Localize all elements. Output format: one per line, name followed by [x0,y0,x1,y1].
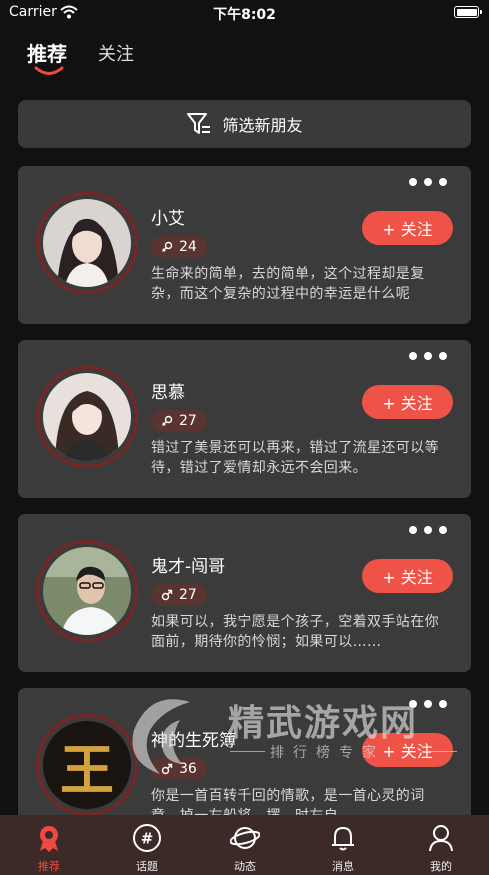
filter-label: 筛选新朋友 [222,116,303,135]
male-icon [161,763,173,775]
status-bar: Carrier 下午8:02 [0,0,489,26]
tabbar-label: 我的 [430,860,452,873]
profile-icon [429,825,453,852]
battery-icon [454,6,482,18]
user-card[interactable]: 王 神的生死簿 36 + 关注 你是一首百转千回的情歌，是一首心灵的词章，掉一左… [18,688,471,828]
recommend-icon [40,826,58,852]
avatar-image [43,547,131,635]
hashtag-icon: # [133,824,161,852]
avatar-glyph: 王 [60,737,114,802]
status-time: 下午8:02 [213,7,276,23]
gender-age-badge: 24 [151,236,207,258]
avatar-image [43,199,131,287]
tabbar-label: 话题 [136,860,158,873]
follow-button[interactable]: + 关注 [362,733,453,767]
user-card[interactable]: 鬼才-闯哥 27 + 关注 如果可以，我宁愿是个孩子，空着双手站在你面前，期待你… [18,514,471,672]
tabbar-moments[interactable]: 动态 [196,815,294,875]
follow-button[interactable]: + 关注 [362,559,453,593]
tab-recommend[interactable]: 推荐 [27,38,67,67]
filter-icon [187,113,211,134]
avatar[interactable] [36,192,138,294]
female-icon [162,415,173,426]
age-label: 27 [179,587,197,603]
top-tabs: 推荐 关注 [0,36,489,86]
tabbar-topics[interactable]: # 话题 [98,815,196,875]
user-card[interactable]: 小艾 24 + 关注 生命来的简单，去的简单，这个过程却是复杂，而这个复杂的过程… [18,166,471,324]
gender-age-badge: 36 [151,758,207,780]
tabbar-recommend[interactable]: 推荐 [0,815,98,875]
female-icon [162,241,173,252]
user-name: 鬼才-闯哥 [151,557,226,577]
tab-active-indicator [34,66,64,75]
gender-age-badge: 27 [151,410,207,432]
tabbar-label: 消息 [332,860,354,873]
avatar-image: 王 [43,721,131,809]
user-name: 神的生死簿 [151,731,236,751]
filter-new-friends-button[interactable]: 筛选新朋友 [18,100,471,148]
avatar-image [43,373,131,461]
planet-icon [230,827,260,849]
user-name: 思慕 [151,383,185,403]
tabbar-label: 动态 [234,860,256,873]
age-label: 36 [179,761,197,777]
tabbar-label: 推荐 [38,860,60,873]
user-bio: 错过了美景还可以再来，错过了流星还可以等待，错过了爱情却永远不会回来。 [151,440,439,476]
more-options-button[interactable] [409,700,447,708]
avatar[interactable] [36,366,138,468]
more-options-button[interactable] [409,352,447,360]
avatar[interactable] [36,540,138,642]
user-name: 小艾 [151,209,185,229]
gender-age-badge: 27 [151,584,207,606]
age-label: 24 [179,239,197,255]
user-bio: 如果可以，我宁愿是个孩子，空着双手站在你面前，期待你的怜悯；如果可以…… [151,614,439,650]
age-label: 27 [179,413,197,429]
more-options-button[interactable] [409,526,447,534]
follow-button[interactable]: + 关注 [362,385,453,419]
tabbar-messages[interactable]: 消息 [294,815,392,875]
tab-follow[interactable]: 关注 [98,40,134,66]
user-bio: 生命来的简单，去的简单，这个过程却是复杂，而这个复杂的过程中的幸运是什么呢 [151,266,425,302]
svg-text:#: # [141,830,154,848]
tabbar-profile[interactable]: 我的 [392,815,489,875]
bell-icon [332,827,354,851]
male-icon [161,589,173,601]
user-card[interactable]: 思慕 27 + 关注 错过了美景还可以再来，错过了流星还可以等待，错过了爱情却永… [18,340,471,498]
more-options-button[interactable] [409,178,447,186]
follow-button[interactable]: + 关注 [362,211,453,245]
avatar[interactable]: 王 [36,714,138,816]
bottom-tab-bar: 推荐 # 话题 动态 消息 我的 [0,815,489,875]
